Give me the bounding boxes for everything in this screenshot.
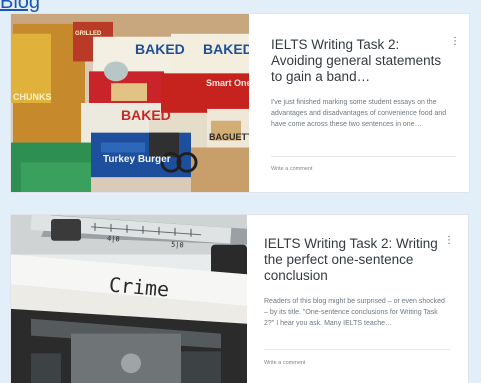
write-comment-link[interactable]: Write a comment	[271, 166, 312, 172]
typewriter-scale-label: 4|0	[106, 234, 120, 244]
package-label: Turkey Burger	[103, 154, 171, 165]
package-label: Smart Ones	[206, 78, 249, 88]
package-label: BAGUETTE	[209, 132, 249, 142]
package-label: BAKED	[135, 41, 185, 57]
post-title[interactable]: IELTS Writing Task 2: Avoiding general s…	[271, 37, 449, 85]
blog-link[interactable]: Blog	[0, 0, 40, 12]
write-comment-link[interactable]: Write a comment	[264, 360, 305, 366]
package-label: CHUNKS	[13, 92, 52, 102]
more-options-icon[interactable]: ⋮	[444, 236, 454, 246]
blog-page: Blog BAKED BAKED Smart On BAKED Turkey B…	[0, 0, 481, 383]
post-excerpt: I've just finished marking some student …	[271, 99, 447, 128]
typewriter-photo-icon	[11, 215, 247, 383]
post-body: IELTS Writing Task 2: Avoiding general s…	[249, 14, 469, 192]
divider	[264, 349, 450, 350]
post-body: IELTS Writing Task 2: Writing the perfec…	[247, 215, 468, 383]
post-excerpt: Readers of this blog might be surprised …	[264, 298, 445, 327]
typewriter-scale-label: 5|0	[170, 240, 184, 250]
post-thumbnail[interactable]: BAKED BAKED Smart Ones BAKED Turkey Burg…	[11, 14, 249, 192]
package-label: BAKED	[203, 41, 249, 57]
package-label: BAKED	[121, 107, 171, 123]
post-title[interactable]: IELTS Writing Task 2: Writing the perfec…	[264, 236, 442, 284]
divider	[271, 156, 456, 157]
more-options-icon[interactable]: ⋮	[450, 37, 460, 47]
post-thumbnail[interactable]: 4|0 5|0 Crime	[11, 215, 247, 383]
post-card[interactable]: 4|0 5|0 Crime IELTS Writing Task 2: Writ…	[10, 214, 469, 383]
post-card[interactable]: BAKED BAKED Smart Ones BAKED Turkey Burg…	[10, 13, 470, 193]
package-label: GRILLED	[75, 31, 102, 37]
typed-word: Crime	[108, 272, 171, 302]
